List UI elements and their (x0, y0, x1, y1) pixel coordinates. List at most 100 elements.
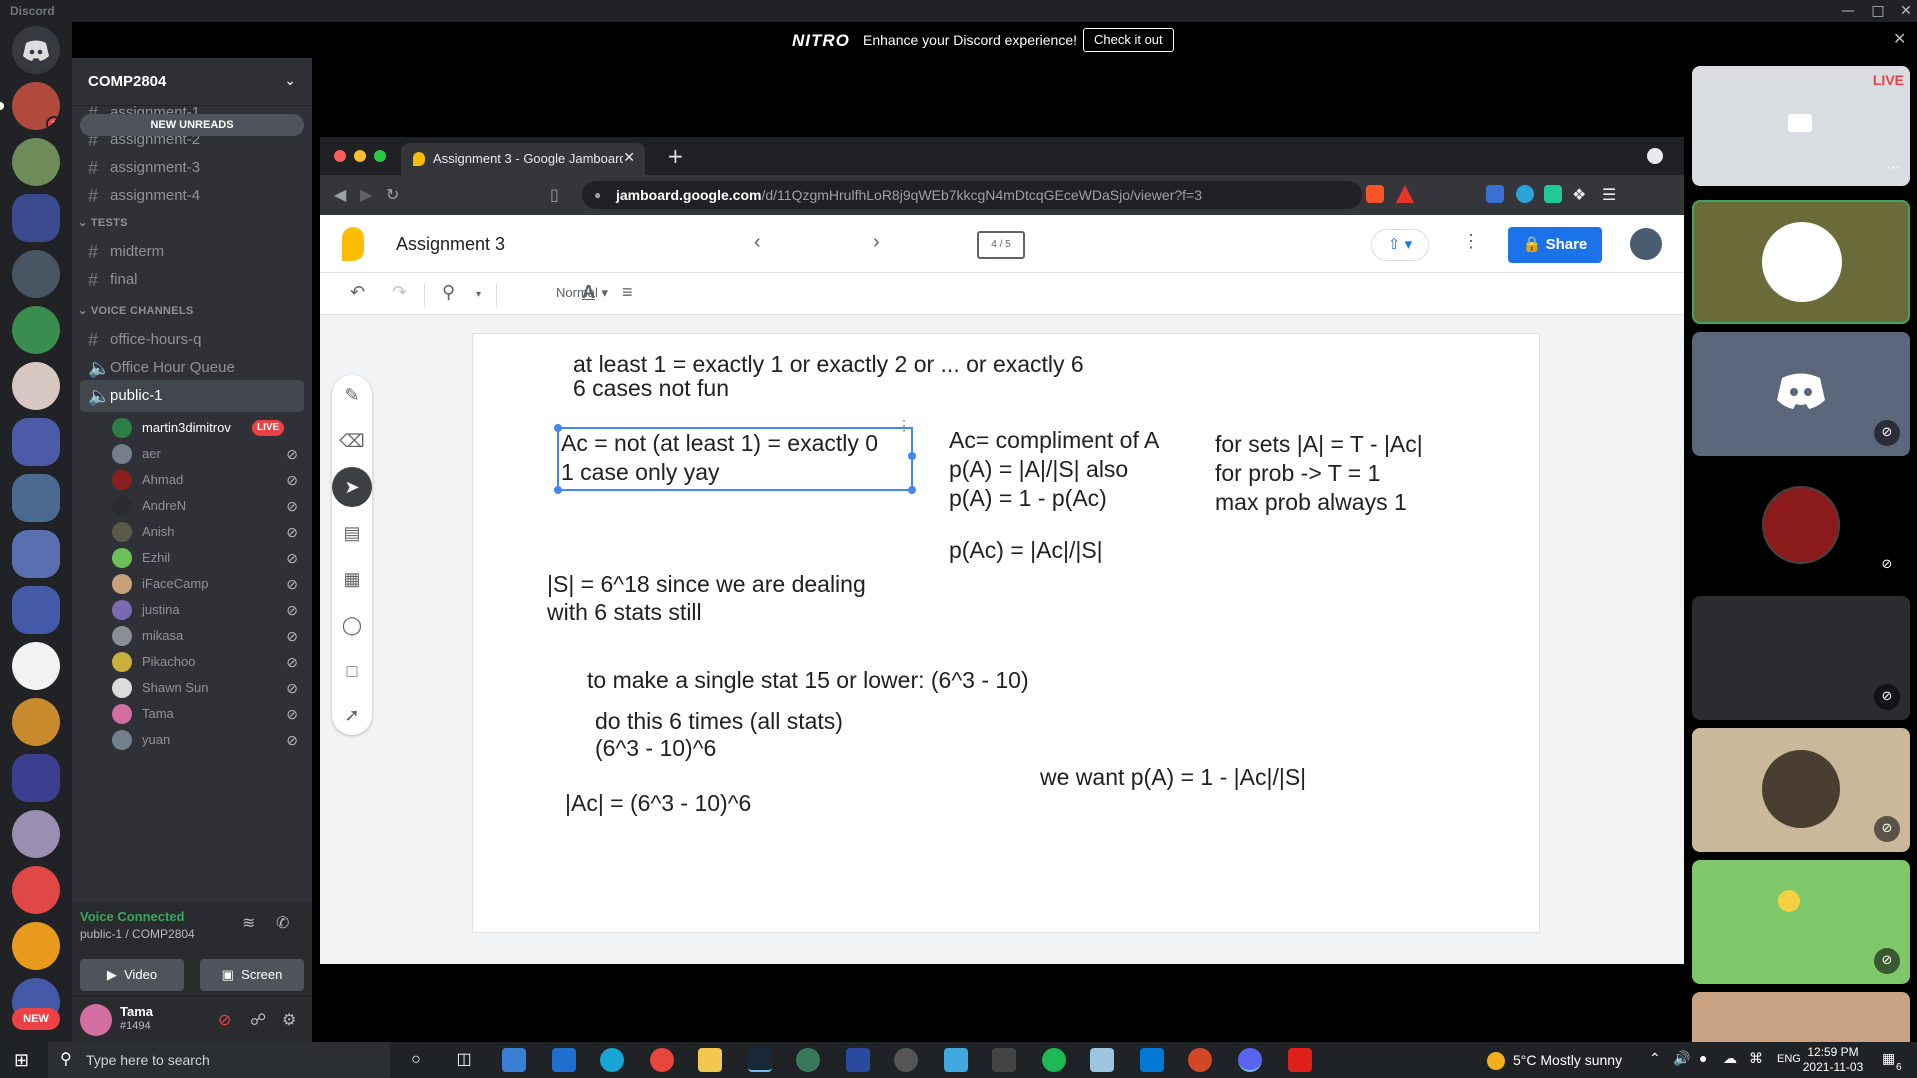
text-note[interactable]: 1 case only yay (561, 458, 720, 487)
text-note[interactable]: max prob always 1 (1215, 488, 1407, 517)
server-icon[interactable] (12, 306, 60, 354)
more-options-icon[interactable]: ⋮ (897, 417, 911, 434)
resize-handle[interactable] (554, 486, 562, 494)
video-button[interactable]: ▶ Video (80, 959, 184, 991)
participant-tile[interactable]: ⊘ (1692, 332, 1910, 456)
app-icon[interactable] (1090, 1048, 1114, 1072)
menu-icon[interactable]: ☰ (1602, 185, 1616, 204)
eraser-icon[interactable]: ⌫ (332, 421, 372, 461)
minimize-icon[interactable]: — (1836, 1, 1860, 21)
chrome-icon[interactable] (650, 1048, 674, 1072)
maximize-icon[interactable]: □ (1866, 1, 1890, 21)
present-icon[interactable]: ⇧ ▾ (1371, 229, 1429, 261)
weather-text[interactable]: 5°C Mostly sunny (1513, 1052, 1622, 1068)
noise-suppression-icon[interactable]: ≋ (242, 913, 255, 933)
text-note[interactable]: |Ac| = (6^3 - 10)^6 (565, 789, 751, 818)
profile-dot-icon[interactable] (1647, 148, 1663, 164)
taskbar-search-input[interactable]: ⚲ Type here to search (48, 1042, 390, 1078)
cloud-icon[interactable]: ☁ (1723, 1050, 1737, 1067)
more-options-icon[interactable]: ⋮ (1462, 231, 1480, 252)
server-folder-icon[interactable] (12, 194, 60, 242)
jam-canvas[interactable]: at least 1 = exactly 1 or exactly 2 or .… (472, 333, 1540, 933)
server-folder-icon[interactable] (12, 754, 60, 802)
close-tab-icon[interactable]: ✕ (623, 149, 635, 166)
jam-title[interactable]: Assignment 3 (396, 234, 505, 255)
check-it-out-button[interactable]: Check it out (1083, 28, 1174, 52)
new-servers-badge[interactable]: NEW (12, 1008, 60, 1030)
share-button[interactable]: 🔒 Share (1508, 227, 1602, 263)
brave-shield-icon[interactable] (1366, 185, 1384, 203)
app-icon[interactable] (944, 1048, 968, 1072)
participant-tile[interactable]: ⊘ (1692, 860, 1910, 984)
category-tests[interactable]: ⌄ TESTS (72, 216, 312, 229)
laser-icon[interactable]: ➚ (332, 695, 372, 735)
app-icon[interactable] (992, 1048, 1016, 1072)
edge-icon[interactable] (600, 1048, 624, 1072)
image-icon[interactable]: ▦ (332, 559, 372, 599)
text-note[interactable]: Ac = not (at least 1) = exactly 0 (561, 429, 878, 458)
align-icon[interactable]: ≡ (622, 282, 633, 303)
bookmark-extension-icon[interactable] (1544, 185, 1562, 203)
voice-channel-path[interactable]: public-1 / COMP2804 (80, 927, 195, 941)
server-icon[interactable] (12, 810, 60, 858)
server-folder-icon[interactable] (12, 530, 60, 578)
sticky-note-icon[interactable]: ▤ (332, 513, 372, 553)
zoom-icon[interactable]: ⚲ (442, 282, 455, 303)
cortana-icon[interactable]: ○ (404, 1048, 428, 1072)
undo-icon[interactable]: ↶ (350, 282, 365, 303)
text-note[interactable]: for sets |A| = T - |Ac| (1215, 430, 1423, 459)
new-tab-icon[interactable]: + (667, 144, 684, 168)
server-folder-icon[interactable] (12, 586, 60, 634)
server-icon[interactable]: 1 (12, 82, 60, 130)
zoom-window-icon[interactable] (374, 150, 386, 162)
server-icon[interactable] (12, 362, 60, 410)
text-note[interactable]: 6 cases not fun (573, 374, 729, 403)
store-icon[interactable] (502, 1048, 526, 1072)
wifi-icon[interactable]: ⌘ (1749, 1050, 1763, 1067)
participant-tile[interactable]: ⊘ (1692, 596, 1910, 720)
server-icon[interactable] (12, 866, 60, 914)
text-note[interactable]: Ac= compliment of A (949, 426, 1159, 455)
text-box-icon[interactable]: □ (332, 651, 372, 691)
zoom-dropdown-icon[interactable]: ▾ (476, 289, 481, 300)
resize-handle[interactable] (908, 486, 916, 494)
frame-indicator[interactable]: 4 / 5 (977, 231, 1025, 259)
next-frame-icon[interactable]: › (873, 231, 880, 254)
text-note[interactable]: for prob -> T = 1 (1215, 459, 1380, 488)
text-note[interactable]: do this 6 times (all stats) (595, 707, 843, 736)
prev-frame-icon[interactable]: ‹ (754, 231, 761, 254)
guild-header[interactable]: COMP2804 ⌄ (72, 58, 312, 106)
text-note[interactable]: with 6 stats still (547, 598, 702, 627)
file-explorer-icon[interactable] (698, 1048, 722, 1072)
server-icon[interactable] (12, 138, 60, 186)
home-button[interactable] (12, 26, 60, 74)
close-banner-icon[interactable]: ✕ (1893, 29, 1906, 49)
server-folder-icon[interactable] (12, 418, 60, 466)
server-folder-icon[interactable] (12, 474, 60, 522)
mute-mic-icon[interactable]: ⊘ (218, 1010, 231, 1030)
volume-icon[interactable]: 🔊 (1673, 1050, 1690, 1067)
app-icon[interactable] (796, 1048, 820, 1072)
extensions-puzzle-icon[interactable]: ❖ (1572, 185, 1586, 204)
url-field[interactable]: ● jamboard.google.com/d/11QzgmHrulfhLoR8… (582, 181, 1362, 209)
discord-taskbar-icon[interactable] (1238, 1048, 1262, 1072)
weather-icon[interactable] (1487, 1052, 1505, 1070)
app-icon[interactable] (846, 1048, 870, 1072)
voice-connected-label[interactable]: Voice Connected (80, 909, 185, 924)
settings-gear-icon[interactable]: ⚙ (282, 1010, 296, 1030)
headphones-icon[interactable]: ☍ (250, 1010, 266, 1030)
brave-rewards-icon[interactable] (1396, 185, 1414, 203)
microphone-icon[interactable]: ● (1699, 1050, 1707, 1066)
voice-user[interactable]: yuan ⊘ (112, 725, 302, 755)
resize-handle[interactable] (908, 452, 916, 460)
extension-icon[interactable] (1516, 185, 1534, 203)
pen-icon[interactable]: ✎ (332, 375, 372, 415)
acrobat-icon[interactable] (1288, 1048, 1312, 1072)
channel-final[interactable]: # final (80, 264, 304, 296)
voice-channel-public-1[interactable]: 🔈 public-1 (80, 380, 304, 412)
forward-icon[interactable]: ▶ (360, 185, 372, 204)
text-note[interactable]: (6^3 - 10)^6 (595, 734, 716, 763)
powerpoint-icon[interactable] (1188, 1048, 1212, 1072)
text-note[interactable]: we want p(A) = 1 - |Ac|/|S| (1040, 763, 1306, 792)
participant-tile[interactable] (1692, 200, 1910, 324)
